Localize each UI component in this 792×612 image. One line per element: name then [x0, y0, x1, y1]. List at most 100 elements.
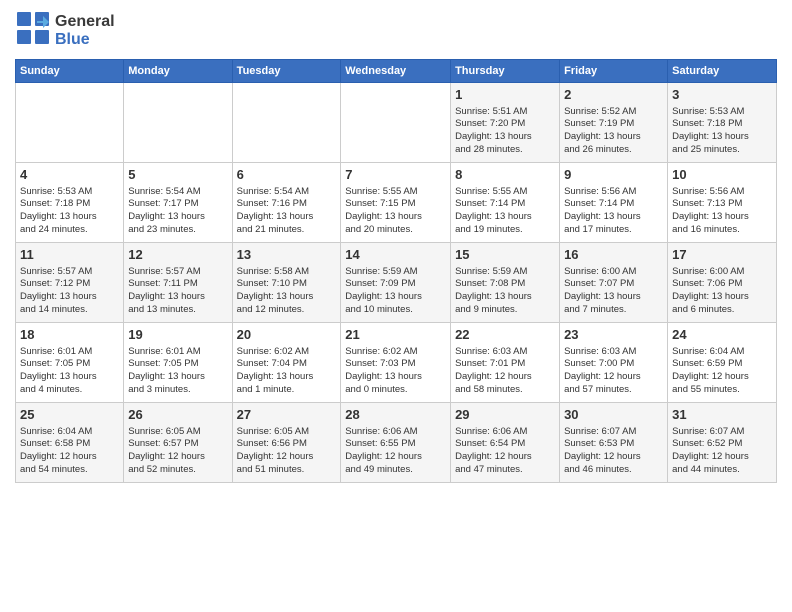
day-info: Sunset: 7:10 PM: [237, 278, 337, 291]
day-info: and 13 minutes.: [128, 304, 227, 317]
day-info: and 0 minutes.: [345, 384, 446, 397]
day-info: Sunset: 7:15 PM: [345, 198, 446, 211]
calendar-week-3: 11 Sunrise: 5:57 AMSunset: 7:12 PM Dayligh…: [16, 243, 777, 323]
day-info: Daylight: 12 hours: [564, 451, 663, 464]
day-info: and 47 minutes.: [455, 464, 555, 477]
day-number: 11: [20, 246, 119, 264]
day-info: and 44 minutes.: [672, 464, 772, 477]
day-info: Sunrise: 6:05 AM: [237, 426, 337, 439]
day-number: 30: [564, 406, 663, 424]
day-info: Sunset: 7:14 PM: [455, 198, 555, 211]
page-container: General Blue SundayMondayTuesdayWednesda…: [0, 0, 792, 493]
calendar-cell: 29Sunrise: 6:06 AMSunset: 6:54 PMDayligh…: [451, 403, 560, 483]
day-info: Daylight: 13 hours: [455, 291, 555, 304]
day-info: Daylight: 13 hours: [564, 131, 663, 144]
logo-line1: General: [55, 13, 115, 31]
day-info: Sunset: 7:14 PM: [564, 198, 663, 211]
calendar-cell: 2Sunrise: 5:52 AMSunset: 7:19 PMDaylight…: [560, 83, 668, 163]
day-info: Sunset: 6:52 PM: [672, 438, 772, 451]
day-info: and 17 minutes.: [564, 224, 663, 237]
day-info: Sunrise: 6:06 AM: [345, 426, 446, 439]
day-info: Sunrise: 6:02 AM: [237, 346, 337, 359]
day-info: Sunset: 7:05 PM: [20, 358, 119, 371]
day-info: Daylight: 12 hours: [345, 451, 446, 464]
calendar-cell: 26Sunrise: 6:05 AMSunset: 6:57 PMDayligh…: [124, 403, 232, 483]
day-info: and 28 minutes.: [455, 144, 555, 157]
calendar-cell: 23Sunrise: 6:03 AMSunset: 7:00 PMDayligh…: [560, 323, 668, 403]
day-number: 6: [237, 166, 337, 184]
calendar-cell: 28Sunrise: 6:06 AMSunset: 6:55 PMDayligh…: [341, 403, 451, 483]
day-info: Sunset: 7:20 PM: [455, 118, 555, 131]
day-number: 25: [20, 406, 119, 424]
day-info: Sunset: 6:53 PM: [564, 438, 663, 451]
day-info: and 57 minutes.: [564, 384, 663, 397]
day-number: 20: [237, 326, 337, 344]
calendar-cell: [341, 83, 451, 163]
day-number: 31: [672, 406, 772, 424]
day-info: Sunrise: 5:57 AM: [20, 266, 119, 279]
day-number: 12: [128, 246, 227, 264]
calendar-cell: 19Sunrise: 6:01 AMSunset: 7:05 PMDayligh…: [124, 323, 232, 403]
day-info: Sunset: 7:13 PM: [672, 198, 772, 211]
day-number: 21: [345, 326, 446, 344]
day-info: Sunrise: 6:05 AM: [128, 426, 227, 439]
day-number: 2: [564, 86, 663, 104]
day-info: and 21 minutes.: [237, 224, 337, 237]
logo-line2: Blue: [55, 31, 115, 49]
calendar-cell: 30 Sunrise: 6:07 AMSunset: 6:53 PMDayligh…: [560, 403, 668, 483]
day-number: 26: [128, 406, 227, 424]
day-info: Sunrise: 6:00 AM: [564, 266, 663, 279]
day-info: and 26 minutes.: [564, 144, 663, 157]
day-info: Sunset: 7:04 PM: [237, 358, 337, 371]
calendar-cell: 18Sunrise: 6:01 AMSunset: 7:05 PMDayligh…: [16, 323, 124, 403]
day-info: Sunrise: 6:01 AM: [20, 346, 119, 359]
header-cell-wednesday: Wednesday: [341, 60, 451, 83]
day-info: Sunset: 6:54 PM: [455, 438, 555, 451]
calendar-cell: 3Sunrise: 5:53 AMSunset: 7:18 PMDaylight…: [668, 83, 777, 163]
day-number: 4: [20, 166, 119, 184]
day-info: Sunrise: 5:59 AM: [455, 266, 555, 279]
day-info: Sunrise: 5:53 AM: [672, 106, 772, 119]
day-info: and 25 minutes.: [672, 144, 772, 157]
calendar-cell: 17Sunrise: 6:00 AMSunset: 7:06 PMDayligh…: [668, 243, 777, 323]
header-cell-monday: Monday: [124, 60, 232, 83]
header-cell-sunday: Sunday: [16, 60, 124, 83]
day-info: Sunrise: 5:52 AM: [564, 106, 663, 119]
day-info: and 1 minute.: [237, 384, 337, 397]
calendar-header-row: SundayMondayTuesdayWednesdayThursdayFrid…: [16, 60, 777, 83]
day-info: Sunrise: 6:07 AM: [564, 426, 663, 439]
calendar-cell: 12Sunrise: 5:57 AMSunset: 7:11 PMDayligh…: [124, 243, 232, 323]
day-info: and 14 minutes.: [20, 304, 119, 317]
day-info: Sunrise: 6:01 AM: [128, 346, 227, 359]
day-info: and 46 minutes.: [564, 464, 663, 477]
header-cell-tuesday: Tuesday: [232, 60, 341, 83]
calendar-cell: 25Sunrise: 6:04 AMSunset: 6:58 PMDayligh…: [16, 403, 124, 483]
day-info: Sunrise: 5:55 AM: [345, 186, 446, 199]
day-info: Sunrise: 5:55 AM: [455, 186, 555, 199]
calendar-cell: 20 Sunrise: 6:02 AMSunset: 7:04 PMDayligh…: [232, 323, 341, 403]
day-info: Daylight: 13 hours: [672, 131, 772, 144]
day-info: Daylight: 13 hours: [345, 371, 446, 384]
calendar-week-1: 1Sunrise: 5:51 AMSunset: 7:20 PMDaylight…: [16, 83, 777, 163]
day-info: Daylight: 13 hours: [128, 291, 227, 304]
day-info: Daylight: 12 hours: [455, 371, 555, 384]
calendar-cell: 6Sunrise: 5:54 AMSunset: 7:16 PMDaylight…: [232, 163, 341, 243]
day-number: 28: [345, 406, 446, 424]
calendar-cell: 10Sunrise: 5:56 AMSunset: 7:13 PMDayligh…: [668, 163, 777, 243]
calendar-cell: 16Sunrise: 6:00 AMSunset: 7:07 PMDayligh…: [560, 243, 668, 323]
day-number: 29: [455, 406, 555, 424]
day-info: Daylight: 13 hours: [237, 371, 337, 384]
day-info: Sunrise: 6:00 AM: [672, 266, 772, 279]
day-number: 7: [345, 166, 446, 184]
day-info: Sunrise: 5:59 AM: [345, 266, 446, 279]
day-info: Sunset: 7:01 PM: [455, 358, 555, 371]
day-info: Sunrise: 5:56 AM: [564, 186, 663, 199]
day-info: Sunset: 7:07 PM: [564, 278, 663, 291]
calendar-cell: 4Sunrise: 5:53 AMSunset: 7:18 PMDaylight…: [16, 163, 124, 243]
day-info: Sunset: 7:18 PM: [672, 118, 772, 131]
day-info: Sunset: 7:12 PM: [20, 278, 119, 291]
day-number: 18: [20, 326, 119, 344]
day-info: and 51 minutes.: [237, 464, 337, 477]
day-number: 24: [672, 326, 772, 344]
day-number: 5: [128, 166, 227, 184]
